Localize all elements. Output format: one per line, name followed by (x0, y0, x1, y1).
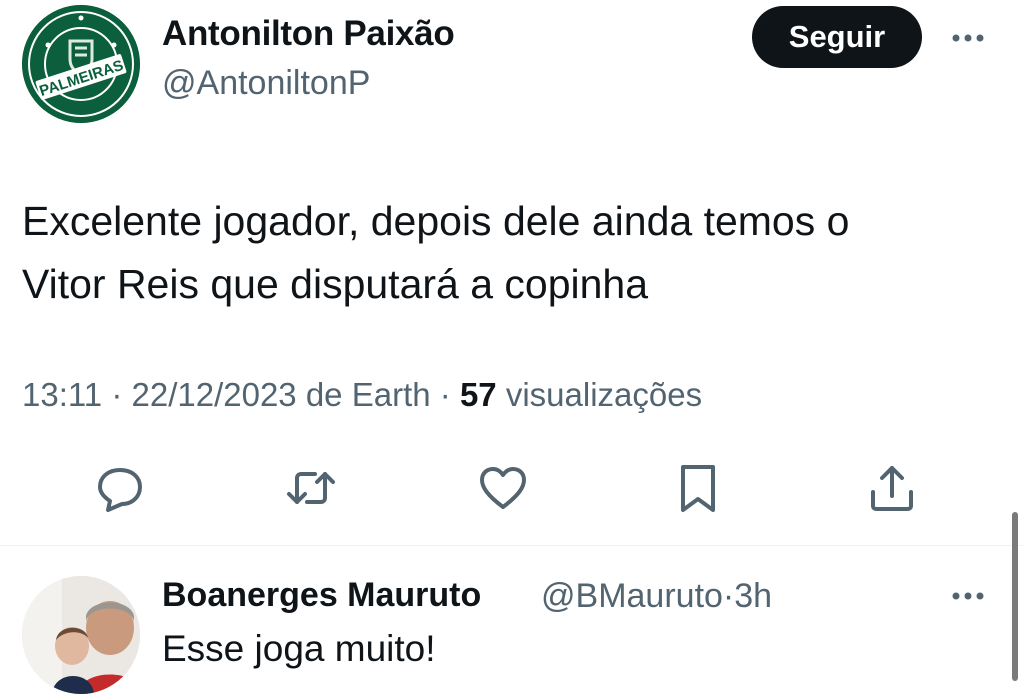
reply-icon (98, 468, 142, 512)
bookmark-icon (681, 465, 715, 512)
tweet-time[interactable]: 13:11 (22, 376, 102, 413)
more-dots-icon (952, 34, 984, 42)
views-label[interactable]: visualizações (506, 376, 702, 413)
reply-time[interactable]: 3h (734, 577, 772, 615)
share-button[interactable] (866, 462, 918, 514)
scrollbar[interactable] (1012, 512, 1018, 681)
separator-dot: · (722, 577, 735, 615)
views-count[interactable]: 57 (460, 376, 497, 413)
separator-dot: · (111, 376, 132, 413)
tweet-text-line: Vitor Reis que disputará a copinha (22, 261, 649, 307)
reply-author-name[interactable]: Boanerges Mauruto (162, 576, 481, 615)
like-icon (480, 467, 526, 509)
retweet-icon (287, 472, 335, 504)
separator-dot: · (439, 376, 460, 413)
palmeiras-crest-icon: PALMEIRAS (22, 5, 140, 123)
reply-handle-time: @BMauruto·3h (541, 577, 772, 616)
more-dots-icon (952, 592, 984, 600)
reply-author-handle[interactable]: @BMauruto (541, 577, 723, 615)
author-avatar[interactable]: PALMEIRAS (22, 5, 140, 123)
tweet-text: Excelente jogador, depois dele ainda tem… (22, 190, 982, 316)
reply-text: Esse joga muito! (162, 628, 436, 669)
like-button[interactable] (477, 462, 529, 514)
divider (0, 545, 1024, 546)
user-photo-avatar (22, 576, 140, 694)
retweet-button[interactable] (285, 462, 337, 514)
tweet-date[interactable]: 22/12/2023 (131, 376, 296, 413)
bookmark-button[interactable] (672, 462, 724, 514)
reply-button[interactable] (94, 462, 146, 514)
more-options-button[interactable] (946, 14, 990, 58)
tweet-source: Earth (351, 376, 431, 413)
reply-avatar[interactable] (22, 576, 140, 694)
reply-more-options-button[interactable] (946, 576, 990, 616)
author-name[interactable]: Antonilton Paixão (162, 14, 455, 54)
tweet-text-line: Excelente jogador, depois dele ainda tem… (22, 198, 850, 244)
author-handle[interactable]: @AntoniltonP (162, 64, 370, 103)
share-icon (871, 466, 913, 511)
tweet-meta: 13:11 · 22/12/2023 de Earth · 57 visuali… (22, 376, 702, 414)
follow-button[interactable]: Seguir (752, 6, 922, 68)
source-prefix: de (305, 376, 343, 413)
